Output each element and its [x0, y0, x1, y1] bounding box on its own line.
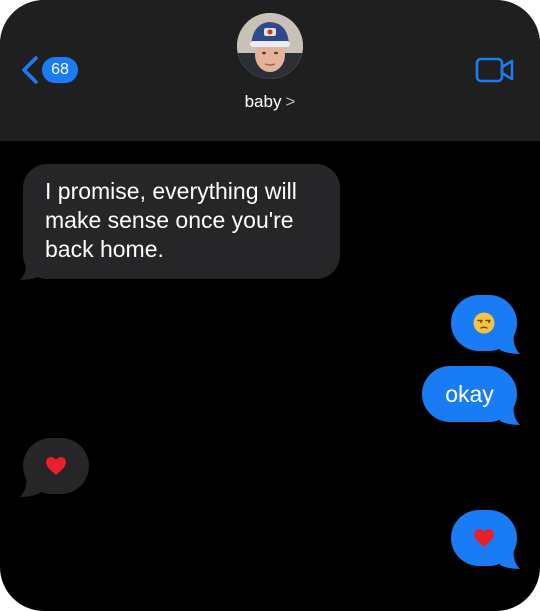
chevron-left-icon [22, 56, 38, 84]
message-bubble-outgoing[interactable]: okay [422, 366, 517, 422]
contact-avatar[interactable] [237, 13, 303, 79]
message-bubble-outgoing[interactable] [451, 295, 517, 351]
red-heart-icon [474, 529, 494, 547]
message-text: okay [445, 381, 494, 407]
chevron-right-icon: > [285, 92, 296, 111]
unamused-face-icon [473, 312, 495, 334]
message-bubble-outgoing[interactable] [451, 510, 517, 566]
video-camera-icon [475, 57, 514, 83]
message-bubble-incoming[interactable] [23, 438, 89, 494]
back-button[interactable]: 68 [20, 54, 82, 86]
message-bubble-incoming[interactable]: I promise, everything will make sense on… [23, 164, 340, 279]
phone-screen: 68 baby > I promise, everything will mak… [0, 0, 540, 611]
contact-name-button[interactable]: baby > [200, 92, 340, 112]
conversation-header: 68 baby > [0, 0, 540, 141]
message-text: I promise, everything will make sense on… [45, 178, 297, 262]
red-heart-icon [46, 457, 66, 475]
unread-count-badge: 68 [42, 57, 78, 83]
video-call-button[interactable] [475, 56, 515, 84]
contact-name: baby [244, 92, 282, 111]
contact-photo [237, 13, 303, 79]
